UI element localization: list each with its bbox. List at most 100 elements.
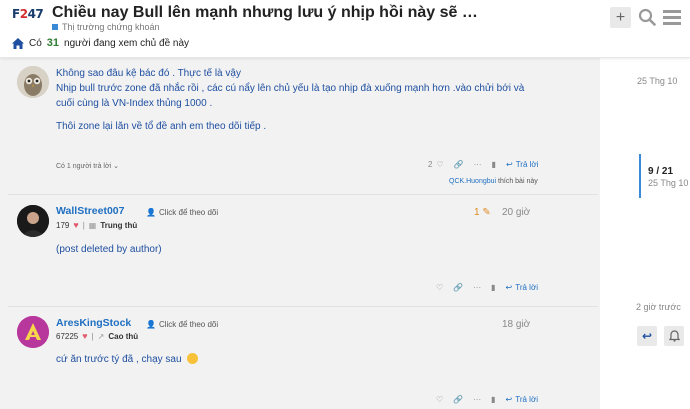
post-actions: 2 ♡ 🔗 ··· ▮ ↩ Trả lời: [428, 160, 538, 169]
timeline-scroll-handle[interactable]: [639, 154, 641, 198]
link-icon[interactable]: 🔗: [454, 160, 464, 169]
topic-header: F247 Chiều nay Bull lên mạnh nhưng lưu ý…: [0, 0, 690, 58]
bookmark-icon[interactable]: ▮: [491, 283, 495, 292]
category-label: Thị trường chứng khoán: [62, 22, 160, 32]
follow-button[interactable]: 👤 Click để theo dõi: [146, 320, 218, 329]
timeline-start-date[interactable]: 25 Thg 10: [637, 76, 677, 86]
bell-icon: [668, 330, 680, 342]
viewers-count: 31: [46, 37, 60, 49]
reply-button[interactable]: ↩ Trả lời: [506, 395, 538, 404]
post-line: Nhịp bull trước zone đã nhắc rồi , các c…: [56, 83, 525, 94]
edit-indicator[interactable]: 1 ✎: [474, 207, 491, 218]
post-actions: ♡ 🔗 ··· ▮ ↩ Trả lời: [436, 395, 538, 404]
follow-button[interactable]: 👤 Click để theo dõi: [146, 208, 218, 217]
ellipsis-icon[interactable]: ···: [473, 283, 481, 292]
divider: |: [91, 331, 94, 341]
link-icon[interactable]: 🔗: [453, 395, 463, 404]
user-points: 179: [56, 220, 70, 230]
post-item: WallStreet007 👤 Click để theo dõi 179 ♥ …: [8, 194, 598, 304]
reply-label: Trả lời: [515, 160, 539, 169]
new-topic-button[interactable]: +: [610, 7, 631, 28]
user-rank: Cao thủ: [108, 331, 139, 341]
follow-label: Click để theo dõi: [158, 320, 219, 329]
heart-icon: ♥: [82, 331, 88, 341]
follow-label: Click để theo dõi: [158, 208, 219, 217]
heart-icon[interactable]: ♡: [436, 160, 443, 169]
post-time[interactable]: 18 giờ: [502, 319, 530, 330]
post-line: cuối cùng là VN-Index thủng 1000 .: [56, 98, 213, 109]
search-icon[interactable]: [638, 8, 656, 26]
post-body: (post deleted by author): [56, 242, 162, 257]
viewers-indicator: Có 31 người đang xem chủ đề này: [12, 37, 189, 49]
post-line: Không sao đâu kệ bác đó . Thực tế là vậy: [56, 68, 241, 79]
heart-icon[interactable]: ♡: [436, 283, 443, 292]
category-badge-icon: [52, 24, 58, 30]
reply-label: Trả lời: [515, 283, 538, 292]
user-icon: 👤: [146, 208, 156, 217]
reply-button[interactable]: ↩ Trả lời: [506, 160, 538, 169]
post-item: Không sao đâu kệ bác đó . Thực tế là vậy…: [8, 58, 598, 190]
smile-emoji-icon: [187, 353, 199, 364]
user-photo-icon: [17, 205, 49, 237]
ares-logo-icon: [17, 316, 49, 348]
user-meta: 67225 ♥ | ↗ Cao thủ: [56, 331, 138, 341]
user-icon: 👤: [146, 320, 156, 329]
topic-timeline: 25 Thg 10 9 / 21 25 Thg 10 2 giờ trước ↩: [600, 58, 690, 409]
timeline-end-date[interactable]: 2 giờ trước: [636, 302, 681, 312]
reply-arrow-icon: ↩: [505, 395, 513, 404]
post-username[interactable]: WallStreet007: [56, 205, 124, 217]
timeline-position[interactable]: 9 / 21: [648, 166, 673, 177]
liked-by-line: QCK.Huongbui thích bài này: [449, 178, 538, 185]
user-meta: 179 ♥ | ▦ Trung thủ: [56, 220, 137, 230]
like-count: 2: [428, 160, 433, 169]
reply-button[interactable]: ↩ Trả lời: [506, 283, 538, 292]
viewers-prefix: Có: [29, 37, 42, 49]
replies-label: Có 1 người trả lời: [56, 163, 112, 170]
timeline-reply-button[interactable]: ↩: [637, 326, 657, 346]
reply-arrow-icon: ↩: [505, 283, 513, 292]
bookmark-icon[interactable]: ▮: [492, 160, 496, 169]
post-body: cứ ăn trước tý đã , chạy sau: [56, 352, 199, 367]
user-rank: Trung thủ: [100, 220, 138, 230]
ellipsis-icon[interactable]: ···: [473, 395, 481, 404]
hamburger-menu-icon[interactable]: [662, 8, 682, 26]
reply-arrow-icon: ↩: [641, 329, 653, 343]
timeline-current-date: 25 Thg 10: [648, 178, 689, 188]
rank-icon: ▦: [88, 220, 97, 230]
post-time[interactable]: 20 giờ: [502, 207, 530, 218]
liked-by-user[interactable]: QCK.Huongbui: [449, 178, 496, 185]
heart-icon[interactable]: ♡: [436, 395, 443, 404]
post-item: AresKingStock 👤 Click để theo dõi 67225 …: [8, 306, 598, 409]
post-actions: ♡ 🔗 ··· ▮ ↩ Trả lời: [436, 283, 538, 292]
post-line: Thôi zone lại lăn về tổ đề anh em theo d…: [56, 121, 267, 132]
bookmark-icon[interactable]: ▮: [491, 395, 495, 404]
user-points: 67225: [56, 331, 79, 341]
ellipsis-icon[interactable]: ···: [474, 160, 482, 169]
avatar[interactable]: [17, 205, 49, 237]
liked-by-suffix: thích bài này: [498, 178, 538, 185]
divider: |: [82, 220, 85, 230]
reply-arrow-icon: ↩: [506, 160, 513, 169]
chart-icon: ↗: [97, 331, 105, 341]
post-stream: Không sao đâu kệ bác đó . Thực tế là vậy…: [0, 58, 600, 409]
avatar[interactable]: [17, 66, 49, 98]
notification-button[interactable]: [664, 326, 684, 346]
home-icon[interactable]: [12, 37, 24, 49]
edit-count: 1: [474, 207, 480, 218]
avatar[interactable]: [17, 316, 49, 348]
replies-toggle[interactable]: Có 1 người trả lời ⌄: [56, 162, 119, 170]
reply-label: Trả lời: [515, 395, 538, 404]
viewers-suffix: người đang xem chủ đề này: [64, 37, 190, 49]
post-body: Không sao đâu kệ bác đó . Thực tế là vậy…: [56, 66, 524, 134]
owl-avatar-icon: [17, 66, 49, 98]
heart-icon: ♥: [73, 220, 79, 230]
chevron-down-icon: ⌄: [113, 163, 119, 170]
post-line: cứ ăn trước tý đã , chạy sau: [56, 354, 182, 365]
site-logo[interactable]: F247: [12, 7, 46, 23]
link-icon[interactable]: 🔗: [453, 283, 463, 292]
pencil-icon: ✎: [482, 207, 491, 218]
topic-category[interactable]: Thị trường chứng khoán: [52, 22, 160, 32]
post-username[interactable]: AresKingStock: [56, 317, 131, 329]
post-line: (post deleted by author): [56, 244, 162, 255]
topic-title[interactable]: Chiều nay Bull lên mạnh nhưng lưu ý nhịp…: [52, 4, 478, 22]
